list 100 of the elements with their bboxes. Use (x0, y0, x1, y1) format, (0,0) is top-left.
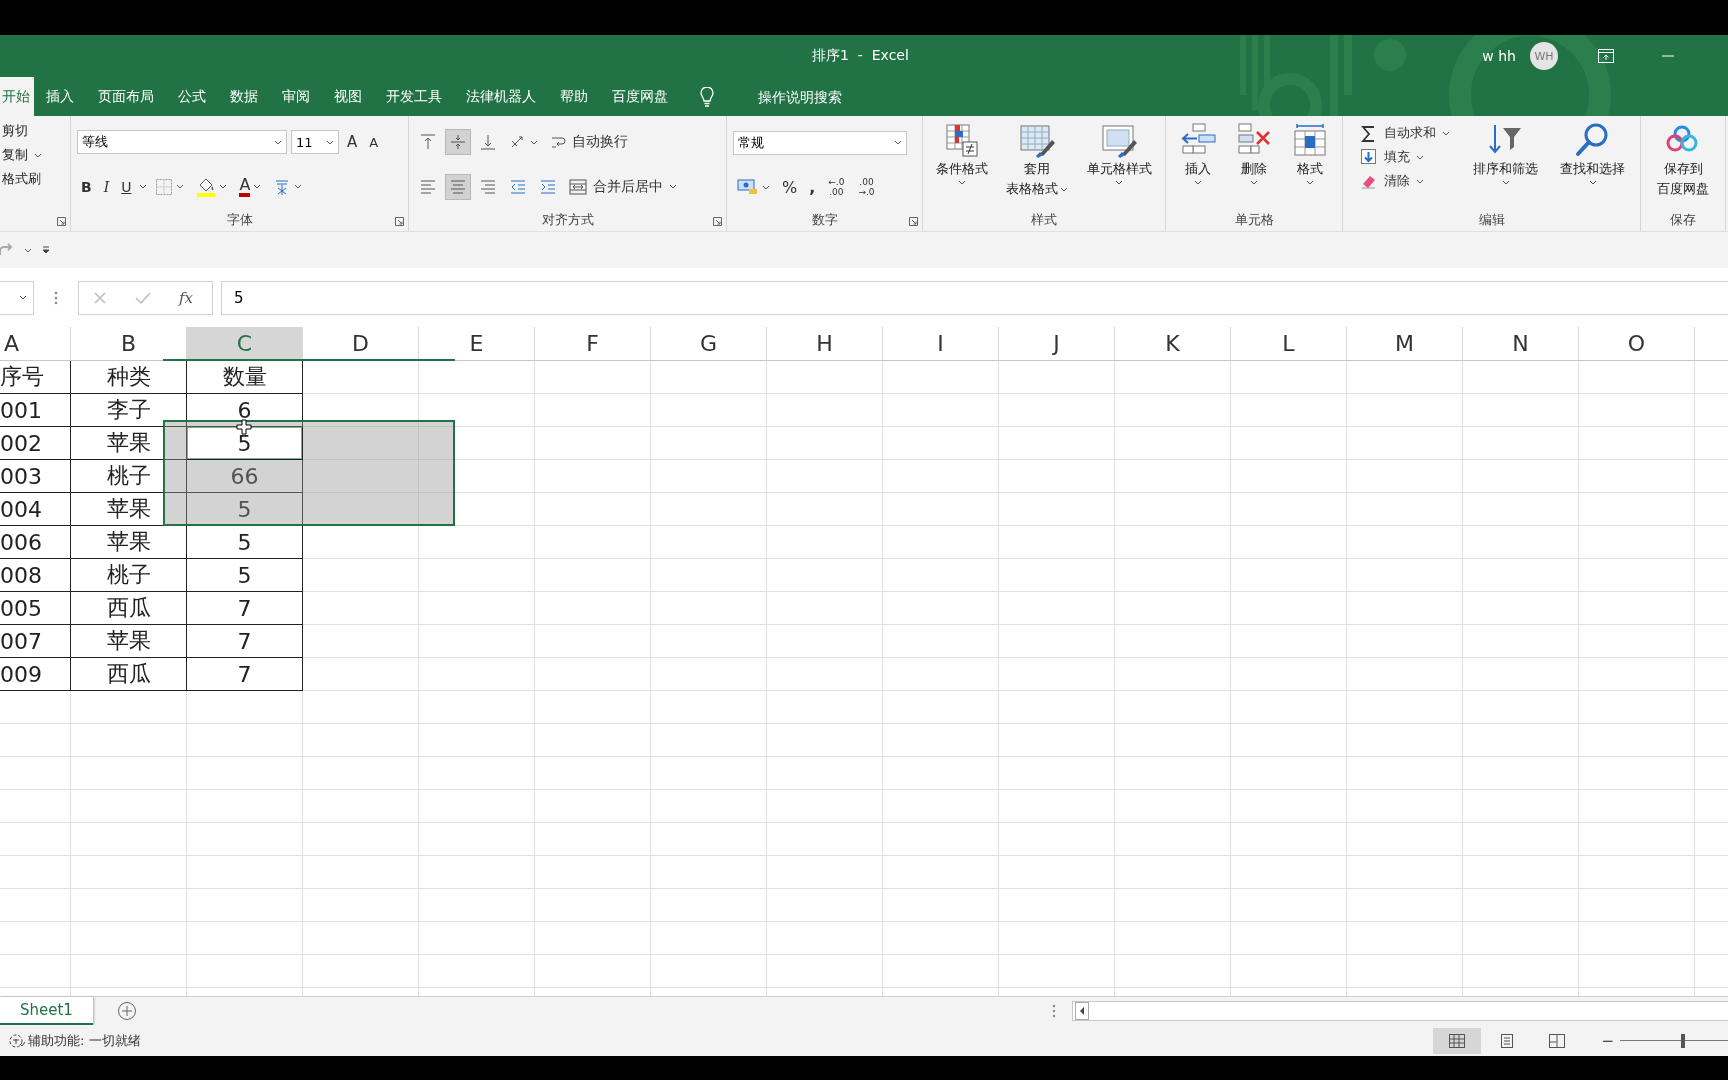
table-cell[interactable]: 007 (0, 625, 71, 658)
underline-button[interactable]: U (117, 176, 136, 197)
table-cell[interactable]: 序号 (0, 361, 71, 394)
number-format-field[interactable]: 常规 (733, 130, 907, 155)
ribbon-tab[interactable]: 视图 (322, 77, 374, 116)
zoom-out-button[interactable]: − (1595, 1031, 1620, 1050)
grow-font-button[interactable]: A (343, 131, 362, 154)
table-cell[interactable]: 002 (0, 427, 71, 460)
delete-button[interactable]: 删除 (1233, 122, 1275, 185)
align-right-icon (479, 177, 497, 196)
table-cell[interactable]: 苹果 (71, 427, 187, 460)
decrease-decimal-button[interactable]: .00 →.0 (853, 177, 880, 197)
caret-icon (958, 180, 967, 185)
caret-icon (274, 139, 282, 145)
ribbon-tab[interactable]: 页面布局 (86, 77, 166, 116)
save-to-cloud-button[interactable]: 保存到 百度网盘 (1655, 122, 1711, 198)
copy-button[interactable]: 复制 (2, 146, 70, 164)
user-avatar[interactable]: WH (1530, 42, 1558, 70)
table-cell[interactable]: 003 (0, 460, 71, 493)
table-cell[interactable]: 009 (0, 658, 71, 691)
autosum-button[interactable]: 自动求和 (1355, 122, 1454, 144)
insert-function-button[interactable]: fx (179, 288, 193, 307)
merge-center-button[interactable]: 合并后居中 (565, 175, 681, 198)
table-cell[interactable]: 苹果 (71, 625, 187, 658)
cut-button[interactable]: 剪切 (2, 122, 70, 140)
tell-me-field[interactable]: 操作说明搜索 (758, 88, 878, 105)
middle-align-button[interactable] (445, 129, 471, 156)
slider-thumb[interactable] (1681, 1033, 1685, 1048)
sort-filter-button[interactable]: 排序和筛选 (1471, 122, 1541, 185)
table-cell[interactable]: 008 (0, 559, 71, 592)
center-button[interactable] (445, 173, 471, 200)
caret-icon (176, 184, 185, 190)
table-cell[interactable]: 桃子 (71, 559, 187, 592)
table-cell[interactable]: 李子 (71, 394, 187, 427)
table-cell[interactable]: 西瓜 (71, 658, 187, 691)
percent-button[interactable]: % (778, 175, 802, 199)
ribbon-display-icon[interactable] (1598, 49, 1614, 63)
table-cell[interactable]: 数量 (187, 361, 303, 394)
horizontal-scrollbar[interactable] (1072, 1001, 1728, 1021)
lightbulb-icon[interactable] (700, 86, 714, 107)
table-cell[interactable]: 7 (187, 592, 303, 625)
group-label: 数字 (811, 211, 838, 229)
table-cell[interactable]: 桃子 (71, 460, 187, 493)
bold-button[interactable]: B (77, 176, 96, 197)
formula-field[interactable]: 5 (221, 280, 1728, 315)
ribbon-tab[interactable]: 公式 (166, 77, 218, 116)
accessibility-icon[interactable] (8, 1032, 26, 1049)
cell-styles-button[interactable]: 单元格样式 (1084, 122, 1154, 185)
ribbon-tab[interactable]: 法律机器人 (454, 77, 548, 116)
ribbon-tab[interactable]: 百度网盘 (600, 77, 680, 116)
drag-handle-icon[interactable] (1052, 1004, 1056, 1018)
table-cell[interactable]: 7 (187, 658, 303, 691)
wrap-text-button[interactable]: 自动换行 (546, 131, 632, 154)
table-cell[interactable]: 66 (187, 460, 303, 493)
format-painter-button[interactable]: 格式刷 (2, 170, 70, 188)
redo-icon[interactable] (0, 243, 14, 257)
ribbon-tab[interactable]: 数据 (218, 77, 270, 116)
font-color-button[interactable]: A (235, 174, 266, 199)
clear-button[interactable]: 清除 (1355, 170, 1454, 192)
table-cell[interactable]: 种类 (71, 361, 187, 394)
dialog-launcher-icon[interactable] (395, 217, 404, 226)
find-select-button[interactable]: 查找和选择 (1558, 122, 1628, 185)
sheet-tab[interactable]: Sheet1 (0, 997, 93, 1025)
ribbon-tab[interactable]: 插入 (34, 77, 86, 116)
font-name-field[interactable]: 等线 (77, 130, 287, 155)
increase-decimal-button[interactable]: ←.0 .00 (823, 177, 850, 197)
insert-button[interactable]: 插入 (1177, 122, 1219, 185)
status-text: 辅助功能: 一切就绪 (28, 1031, 141, 1050)
dialog-launcher-icon[interactable] (909, 217, 918, 226)
table-cell[interactable]: 004 (0, 493, 71, 526)
scroll-left-icon[interactable] (1075, 1002, 1089, 1020)
table-cell[interactable]: 5 (187, 559, 303, 592)
format-button[interactable]: 格式 (1289, 122, 1331, 185)
table-cell[interactable]: 苹果 (71, 526, 187, 559)
ribbon-tab[interactable]: 审阅 (270, 77, 322, 116)
comma-button[interactable]: , (805, 175, 820, 199)
table-cell[interactable]: 005 (0, 592, 71, 625)
drag-handle-icon[interactable] (54, 290, 58, 305)
italic-button[interactable]: I (99, 176, 114, 197)
shrink-font-button[interactable]: A (365, 132, 383, 152)
customize-toolbar-icon[interactable] (42, 246, 50, 254)
ribbon-tab[interactable]: 开发工具 (374, 77, 454, 116)
conditional-formatting-button[interactable]: 条件格式 (934, 122, 991, 185)
font-size-field[interactable]: 11 (291, 130, 339, 155)
format-as-table-button[interactable]: 套用 表格格式 (1004, 122, 1071, 198)
dialog-launcher-icon[interactable] (57, 217, 66, 226)
table-cell[interactable]: 006 (0, 526, 71, 559)
table-cell[interactable]: 7 (187, 625, 303, 658)
table-cell[interactable]: 001 (0, 394, 71, 427)
dialog-launcher-icon[interactable] (713, 217, 722, 226)
ribbon-tab[interactable]: 开始 (0, 77, 34, 116)
table-cell[interactable]: 西瓜 (71, 592, 187, 625)
table-cell[interactable]: 苹果 (71, 493, 187, 526)
fill-button[interactable]: 填充 (1355, 146, 1454, 168)
active-cell[interactable]: 5 (187, 427, 303, 460)
add-sheet-icon[interactable] (116, 1001, 137, 1021)
table-cell[interactable]: 5 (187, 526, 303, 559)
column-header[interactable]: C (187, 327, 303, 360)
normal-view-button[interactable] (1433, 1027, 1482, 1054)
ribbon-tab[interactable]: 帮助 (548, 77, 600, 116)
